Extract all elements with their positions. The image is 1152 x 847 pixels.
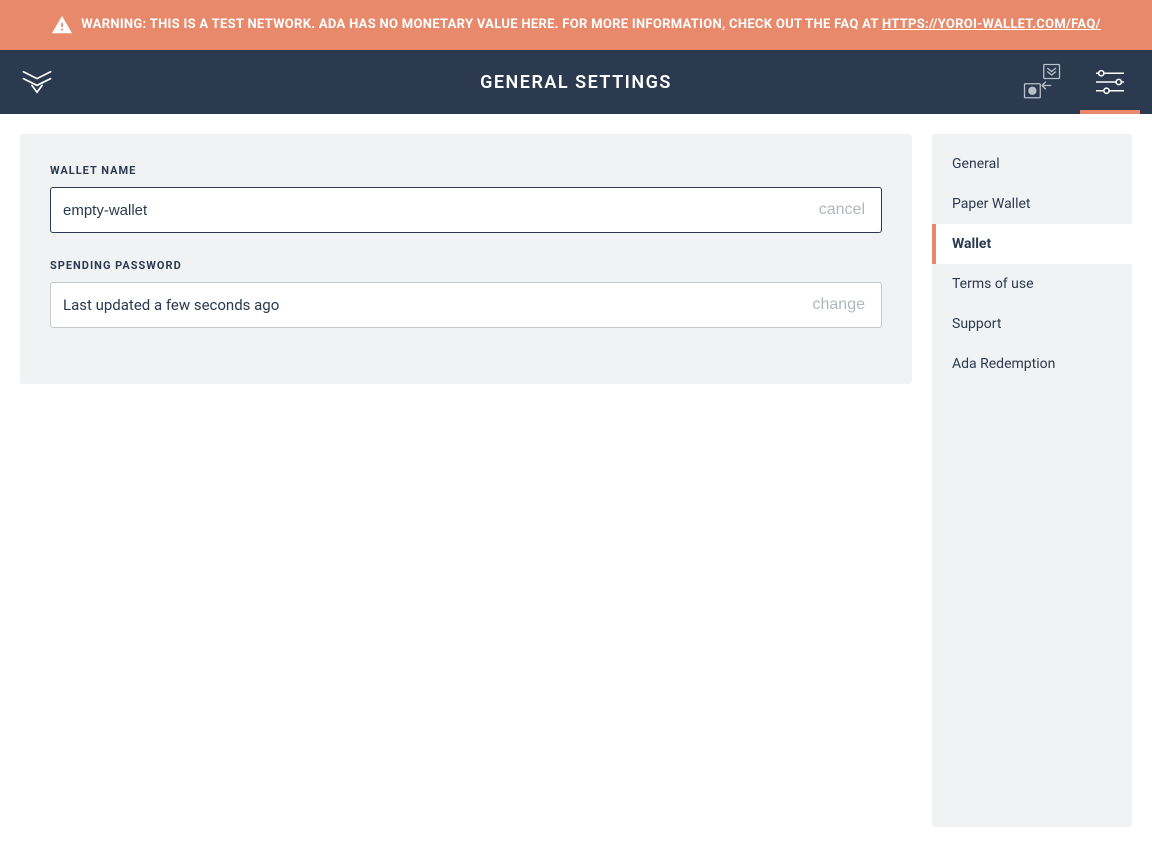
warning-icon: [51, 14, 73, 36]
sidebar-item-terms-of-use[interactable]: Terms of use: [932, 264, 1132, 304]
spending-password-status: Last updated a few seconds ago: [63, 296, 809, 314]
header-actions: [1020, 60, 1132, 104]
spending-password-wrapper: Last updated a few seconds ago change: [50, 282, 882, 328]
sidebar-item-support[interactable]: Support: [932, 304, 1132, 344]
content-area: WALLET NAME cancel SPENDING PASSWORD Las…: [0, 114, 932, 847]
warning-text: WARNING: THIS IS A TEST NETWORK. ADA HAS…: [81, 15, 1100, 35]
page-title: GENERAL SETTINGS: [480, 72, 672, 93]
wallet-name-label: WALLET NAME: [50, 164, 882, 177]
main-layout: WALLET NAME cancel SPENDING PASSWORD Las…: [0, 114, 1152, 847]
warning-text-prefix: WARNING: THIS IS A TEST NETWORK. ADA HAS…: [81, 17, 882, 32]
warning-banner: WARNING: THIS IS A TEST NETWORK. ADA HAS…: [0, 0, 1152, 50]
sidebar-item-wallet[interactable]: Wallet: [932, 224, 1132, 264]
wallet-name-input[interactable]: [63, 202, 815, 219]
wallet-name-field-group: WALLET NAME cancel: [50, 164, 882, 233]
wallet-name-input-wrapper: cancel: [50, 187, 882, 233]
app-header: GENERAL SETTINGS: [0, 50, 1152, 114]
settings-sidebar: General Paper Wallet Wallet Terms of use…: [932, 134, 1132, 827]
settings-button[interactable]: [1088, 60, 1132, 104]
spending-password-field-group: SPENDING PASSWORD Last updated a few sec…: [50, 259, 882, 328]
daedalus-transfer-button[interactable]: [1020, 60, 1064, 104]
app-logo[interactable]: [20, 65, 54, 99]
settings-card: WALLET NAME cancel SPENDING PASSWORD Las…: [20, 134, 912, 384]
wallet-name-cancel-button[interactable]: cancel: [815, 201, 869, 219]
spending-password-label: SPENDING PASSWORD: [50, 259, 882, 272]
sidebar-item-general[interactable]: General: [932, 144, 1132, 184]
spending-password-change-button[interactable]: change: [809, 296, 870, 314]
sidebar-item-paper-wallet[interactable]: Paper Wallet: [932, 184, 1132, 224]
sidebar-item-ada-redemption[interactable]: Ada Redemption: [932, 344, 1132, 384]
warning-faq-link[interactable]: HTTPS://YOROI-WALLET.COM/FAQ/: [882, 17, 1101, 32]
